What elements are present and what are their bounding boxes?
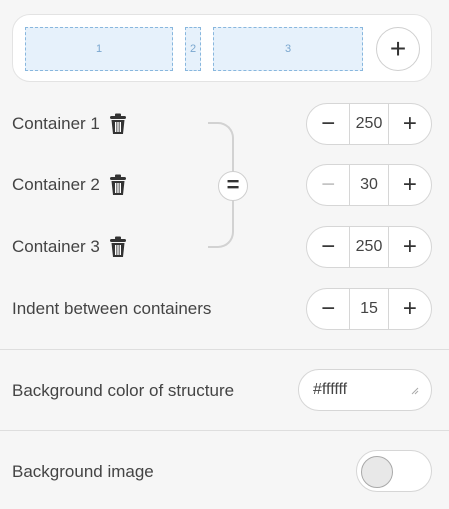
container-2-decrement-button[interactable]: − (307, 165, 349, 205)
container-2-row: Container 2 (12, 173, 128, 197)
preview-container-1-label: 1 (95, 43, 103, 55)
toggle-knob (361, 456, 393, 488)
background-color-row: Background color of structure (12, 379, 234, 403)
container-2-label: Container 2 (12, 175, 100, 194)
plus-icon: + (402, 295, 417, 322)
plus-icon: + (402, 233, 417, 260)
indent-label: Indent between containers (12, 299, 212, 318)
background-image-toggle[interactable] (356, 450, 432, 492)
minus-icon: − (321, 171, 336, 198)
container-3-increment-button[interactable]: + (389, 227, 431, 267)
trash-icon[interactable] (108, 113, 128, 135)
indent-decrement-button[interactable]: − (307, 289, 349, 329)
container-1-row: Container 1 (12, 112, 128, 136)
container-3-decrement-button[interactable]: − (307, 227, 349, 267)
container-3-width-value[interactable]: 250 (349, 227, 389, 267)
container-1-width-value[interactable]: 250 (349, 104, 389, 144)
structure-preview: 1 2 3 + (12, 14, 432, 82)
plus-icon: + (402, 171, 417, 198)
section-divider (0, 349, 449, 350)
container-1-increment-button[interactable]: + (389, 104, 431, 144)
container-1-decrement-button[interactable]: − (307, 104, 349, 144)
preview-container-2[interactable]: 2 (185, 27, 201, 71)
indent-increment-button[interactable]: + (389, 289, 431, 329)
background-image-label: Background image (12, 462, 154, 481)
container-2-increment-button[interactable]: + (389, 165, 431, 205)
section-divider (0, 430, 449, 431)
preview-container-3-label: 3 (284, 43, 292, 55)
trash-icon[interactable] (108, 174, 128, 196)
indent-value[interactable]: 15 (349, 289, 389, 329)
add-container-button[interactable]: + (376, 27, 420, 71)
background-color-input[interactable]: #ffffff (298, 369, 432, 411)
plus-icon: + (389, 33, 407, 64)
trash-icon[interactable] (108, 236, 128, 258)
indent-row: Indent between containers (12, 297, 211, 321)
container-1-stepper: − 250 + (306, 103, 432, 145)
minus-icon: − (321, 110, 336, 137)
container-3-label: Container 3 (12, 237, 100, 256)
equals-icon: = (226, 172, 240, 197)
preview-container-2-label: 2 (189, 43, 197, 55)
indent-stepper: − 15 + (306, 288, 432, 330)
preview-container-1[interactable]: 1 (25, 27, 173, 71)
background-image-row: Background image (12, 460, 154, 484)
minus-icon: − (321, 233, 336, 260)
background-color-value: #ffffff (313, 381, 348, 398)
container-1-label: Container 1 (12, 114, 100, 133)
container-3-stepper: − 250 + (306, 226, 432, 268)
background-color-label: Background color of structure (12, 381, 235, 400)
container-2-width-value[interactable]: 30 (349, 165, 389, 205)
resize-grip-icon (411, 382, 419, 400)
preview-container-3[interactable]: 3 (213, 27, 363, 71)
minus-icon: − (321, 295, 336, 322)
plus-icon: + (402, 110, 417, 137)
equalize-widths-button[interactable]: = (218, 171, 248, 201)
container-3-row: Container 3 (12, 235, 128, 259)
container-2-stepper: − 30 + (306, 164, 432, 206)
